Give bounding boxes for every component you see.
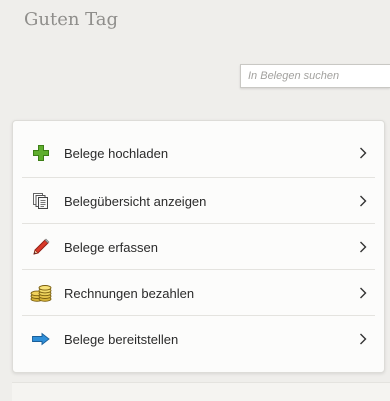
chevron-right-icon (360, 287, 367, 299)
plus-icon (30, 142, 52, 164)
coins-icon (30, 282, 52, 304)
documents-icon (30, 190, 52, 212)
menu-item-belege-erfassen[interactable]: Belege erfassen (22, 224, 375, 270)
greeting-text: Guten Tag (24, 9, 119, 30)
brand-logo-fragment (226, 0, 296, 6)
chevron-right-icon (360, 195, 367, 207)
menu-item-label: Belege bereitstellen (64, 331, 179, 347)
chevron-right-icon (360, 241, 367, 253)
menu-item-belege-bereitstellen[interactable]: Belege bereitstellen (22, 316, 375, 362)
menu-item-rechnungen-bezahlen[interactable]: Rechnungen bezahlen (22, 270, 375, 316)
pencil-icon (30, 236, 52, 258)
action-menu-card: Belege hochladen Belegübersicht anzeigen (12, 120, 385, 373)
search-input[interactable] (240, 64, 390, 88)
chevron-right-icon (360, 147, 367, 159)
menu-item-label: Belege erfassen (64, 239, 158, 255)
menu-item-label: Rechnungen bezahlen (64, 285, 195, 301)
menu-item-belege-hochladen[interactable]: Belege hochladen (22, 130, 375, 176)
chevron-right-icon (360, 333, 367, 345)
menu-item-beleguebersicht-anzeigen[interactable]: Belegübersicht anzeigen (22, 178, 375, 224)
menu-item-label: Belegübersicht anzeigen (64, 193, 207, 209)
next-section-edge (12, 382, 390, 401)
arrow-right-icon (30, 328, 52, 350)
menu-item-label: Belege hochladen (64, 145, 169, 161)
